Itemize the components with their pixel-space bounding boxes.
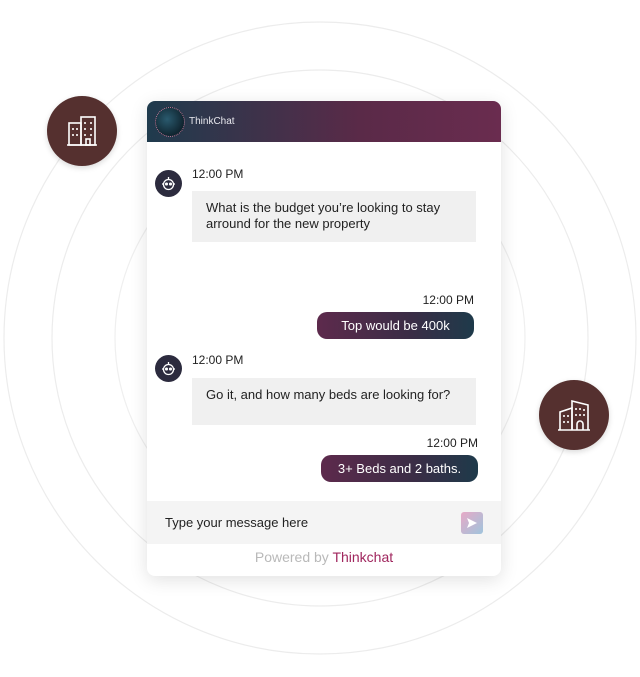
chat-widget: ThinkChat 12:00 PM What is the budget yo… <box>147 101 501 576</box>
powered-by-label: Powered by <box>254 549 329 565</box>
message-time: 12:00 PM <box>192 167 244 181</box>
thinkchat-logo <box>155 106 185 137</box>
chat-title: ThinkChat <box>189 116 235 127</box>
message-time: 12:00 PM <box>422 293 474 307</box>
apartment-building-icon <box>539 380 609 450</box>
office-building-icon <box>47 96 117 166</box>
powered-by: Powered by Thinkchat <box>147 549 501 565</box>
composer <box>147 501 501 544</box>
user-message: 3+ Beds and 2 baths. <box>321 455 478 482</box>
user-message: Top would be 400k <box>317 312 474 339</box>
message-input[interactable] <box>163 514 447 531</box>
send-icon <box>467 518 477 528</box>
send-button[interactable] <box>461 512 483 534</box>
message-time: 12:00 PM <box>192 353 244 367</box>
robot-icon <box>162 362 175 376</box>
brand-link[interactable]: Thinkchat <box>332 549 393 565</box>
bot-message: What is the budget you’re looking to sta… <box>192 191 476 242</box>
chat-header: ThinkChat <box>147 101 501 142</box>
message-time: 12:00 PM <box>426 436 478 450</box>
bot-avatar <box>155 170 182 197</box>
robot-icon <box>162 177 175 191</box>
message-list: 12:00 PM What is the budget you’re looki… <box>147 142 501 502</box>
bot-message: Go it, and how many beds are looking for… <box>192 378 476 425</box>
bot-avatar <box>155 355 182 382</box>
